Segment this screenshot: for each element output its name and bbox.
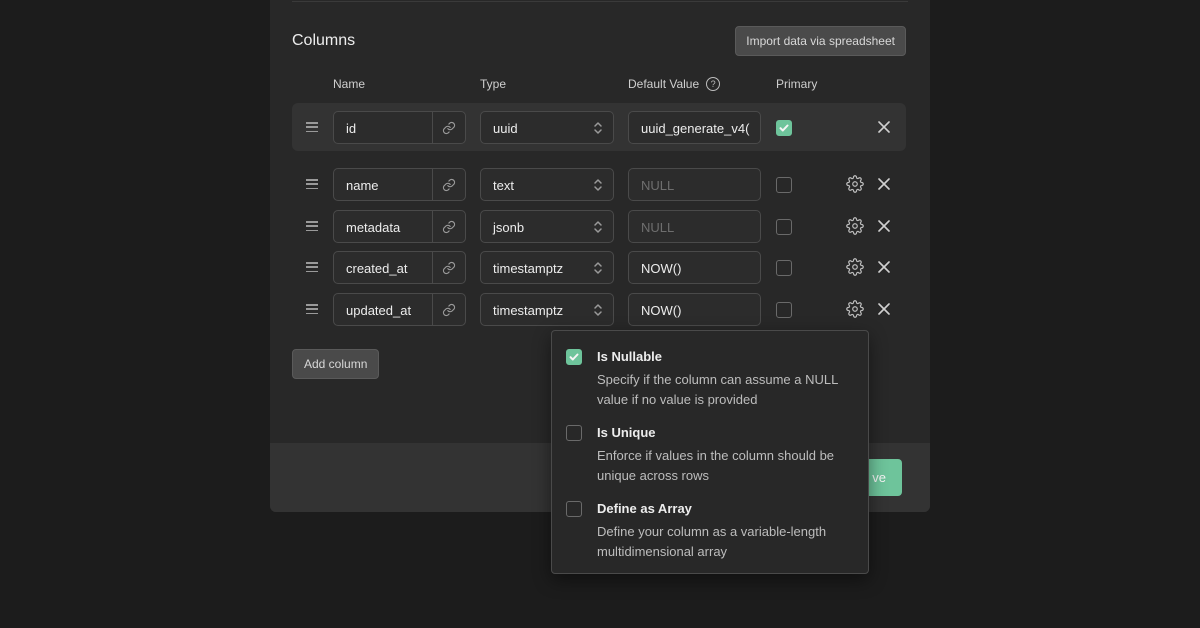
default-value-input[interactable]: uuid_generate_v4( (628, 111, 761, 144)
header-default-label: Default Value (628, 77, 700, 91)
default-value: NOW() (641, 261, 682, 276)
column-name-value: id (346, 121, 357, 136)
drag-handle-icon[interactable] (306, 304, 318, 314)
gear-icon[interactable] (846, 300, 864, 323)
default-value: NULL (641, 220, 675, 235)
drag-handle-icon[interactable] (306, 179, 318, 189)
column-type-value: timestamptz (493, 261, 564, 276)
column-row: name text NULL (292, 160, 906, 208)
column-name-input[interactable]: updated_at (333, 293, 466, 326)
primary-checkbox[interactable] (776, 219, 792, 235)
column-type-select[interactable]: timestamptz (480, 293, 614, 326)
column-type-select[interactable]: uuid (480, 111, 614, 144)
primary-checkbox[interactable] (776, 302, 792, 318)
header-type: Type (480, 77, 507, 91)
drag-handle-icon[interactable] (306, 221, 318, 231)
column-name-value: name (346, 178, 379, 193)
option-description: Define your column as a variable-length … (597, 524, 827, 559)
option-description: Enforce if values in the column should b… (597, 448, 835, 483)
chevron-up-down-icon (593, 302, 603, 323)
default-value-input[interactable]: NOW() (628, 251, 761, 284)
column-row: created_at timestamptz NOW() (292, 243, 906, 291)
header-primary: Primary (776, 77, 818, 91)
default-value: uuid_generate_v4( (641, 121, 750, 136)
default-value: NOW() (641, 303, 682, 318)
close-icon[interactable] (876, 301, 892, 322)
section-title: Columns (292, 32, 356, 49)
default-value-input[interactable]: NOW() (628, 293, 761, 326)
close-icon[interactable] (876, 259, 892, 280)
column-type-value: uuid (493, 121, 518, 136)
primary-checkbox[interactable] (776, 260, 792, 276)
help-icon[interactable]: ? (706, 76, 721, 91)
primary-checkbox[interactable] (776, 177, 792, 193)
column-name-value: created_at (346, 261, 408, 276)
close-icon[interactable] (876, 218, 892, 239)
default-value: NULL (641, 178, 675, 193)
link-icon[interactable] (432, 211, 465, 242)
link-icon[interactable] (432, 112, 465, 143)
column-row: id uuid uuid_generate_v4( (292, 103, 906, 151)
column-name-input[interactable]: name (333, 168, 466, 201)
option-title: Is Nullable (597, 349, 663, 364)
column-options-popover: Is Nullable Specify if the column can ass… (551, 330, 869, 574)
gear-icon[interactable] (846, 258, 864, 281)
divider (292, 0, 908, 2)
header-default-value: Default Value? (628, 76, 721, 92)
column-row: updated_at timestamptz NOW() (292, 285, 906, 333)
link-icon[interactable] (432, 294, 465, 325)
column-name-input[interactable]: created_at (333, 251, 466, 284)
add-column-button[interactable]: Add column (292, 349, 380, 379)
column-name-value: updated_at (346, 303, 412, 318)
option-checkbox[interactable] (566, 349, 582, 365)
column-type-value: text (493, 178, 514, 193)
chevron-up-down-icon (593, 120, 603, 141)
import-spreadsheet-button[interactable]: Import data via spreadsheet (735, 26, 906, 56)
header-name: Name (333, 77, 366, 91)
option-checkbox[interactable] (566, 501, 582, 517)
close-icon[interactable] (876, 176, 892, 197)
column-headers: Name Type Default Value? Primary (270, 76, 930, 93)
close-icon[interactable] (876, 119, 892, 140)
column-name-value: metadata (346, 220, 401, 235)
column-type-select[interactable]: text (480, 168, 614, 201)
link-icon[interactable] (432, 169, 465, 200)
column-type-value: jsonb (493, 220, 525, 235)
primary-checkbox[interactable] (776, 120, 792, 136)
column-type-select[interactable]: timestamptz (480, 251, 614, 284)
default-value-input[interactable]: NULL (628, 210, 761, 243)
gear-icon[interactable] (846, 217, 864, 240)
chevron-up-down-icon (593, 177, 603, 198)
column-type-value: timestamptz (493, 303, 564, 318)
option-checkbox[interactable] (566, 425, 582, 441)
column-type-select[interactable]: jsonb (480, 210, 614, 243)
drag-handle-icon[interactable] (306, 262, 318, 272)
check-icon (779, 124, 789, 132)
column-name-input[interactable]: metadata (333, 210, 466, 243)
default-value-input[interactable]: NULL (628, 168, 761, 201)
column-name-input[interactable]: id (333, 111, 466, 144)
option-title: Is Unique (597, 425, 656, 440)
link-icon[interactable] (432, 252, 465, 283)
chevron-up-down-icon (593, 219, 603, 240)
option-title: Define as Array (597, 501, 692, 516)
drag-handle-icon[interactable] (306, 122, 318, 132)
chevron-up-down-icon (593, 260, 603, 281)
gear-icon[interactable] (846, 175, 864, 198)
option-description: Specify if the column can assume a NULL … (597, 372, 838, 407)
